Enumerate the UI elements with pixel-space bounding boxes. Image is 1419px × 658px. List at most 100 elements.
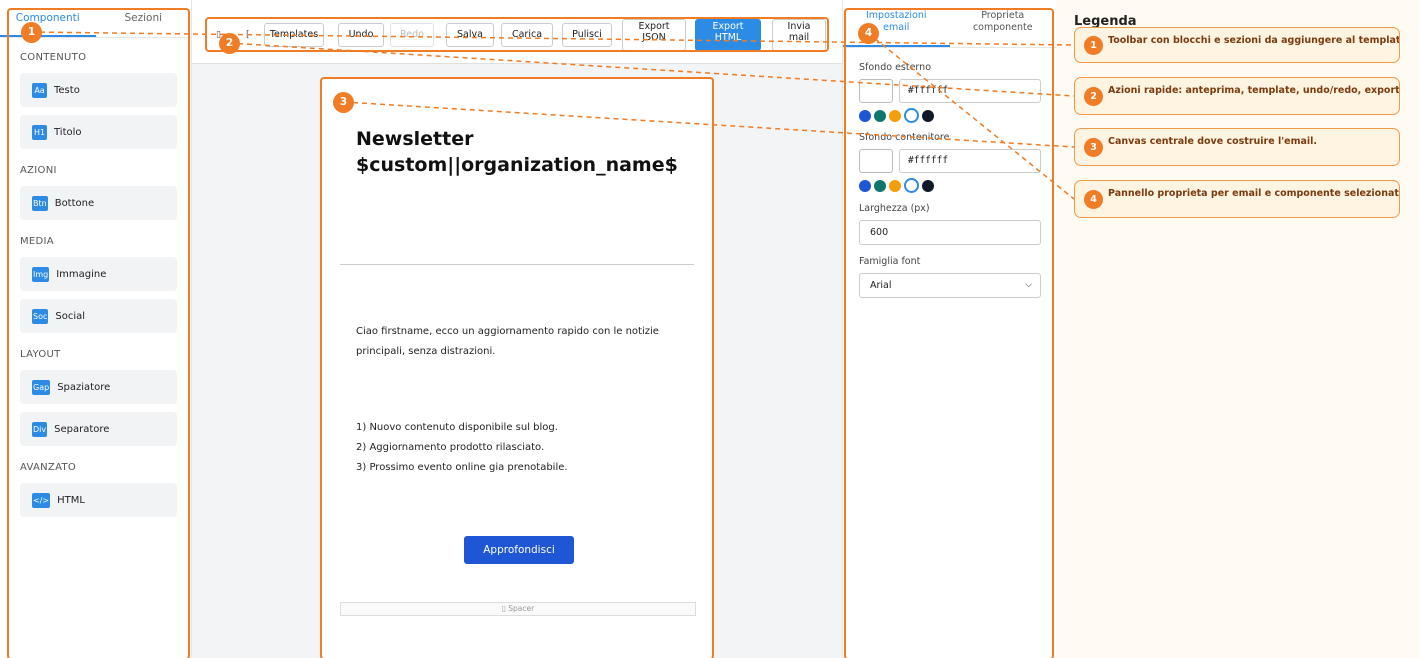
block-html[interactable]: </> HTML bbox=[20, 483, 177, 517]
annotation-badge-2: 2 bbox=[219, 33, 240, 54]
block-testo[interactable]: Aa Testo bbox=[20, 73, 177, 107]
block-spaziatore[interactable]: Gap Spaziatore bbox=[20, 370, 177, 404]
email-canvas[interactable]: Newsletter $custom||organization_name$ C… bbox=[322, 78, 712, 658]
outer-bg-palette bbox=[859, 108, 934, 123]
tab-impostazioni-email[interactable]: Impostazioni email bbox=[843, 0, 950, 47]
code-block-icon: </> bbox=[32, 492, 51, 508]
container-bg-color-picker[interactable] bbox=[859, 149, 893, 173]
block-label: Bottone bbox=[54, 197, 95, 209]
button-line: Export bbox=[712, 21, 744, 32]
container-bg-palette bbox=[859, 178, 934, 193]
bracket-icon[interactable]: [ bbox=[246, 30, 250, 40]
email-title[interactable]: Newsletter $custom||organization_name$ bbox=[356, 126, 686, 178]
templates-button[interactable]: Templates bbox=[264, 23, 324, 47]
block-bottone[interactable]: Btn Bottone bbox=[20, 186, 177, 220]
outer-bg-color-picker[interactable] bbox=[859, 79, 893, 103]
tab-line: Impostazioni bbox=[866, 10, 927, 21]
legend-badge: 1 bbox=[1084, 36, 1103, 55]
button-line: mail bbox=[788, 32, 810, 43]
section-media-title: MEDIA bbox=[20, 236, 54, 247]
width-input[interactable]: 600 bbox=[859, 220, 1041, 245]
spacer-block-icon: Gap bbox=[32, 379, 51, 395]
block-social[interactable]: Soc Social bbox=[20, 299, 177, 333]
export-html-button[interactable]: Export HTML bbox=[695, 19, 761, 51]
block-immagine[interactable]: Img Immagine bbox=[20, 257, 177, 291]
tab-proprieta-componente[interactable]: Proprieta componente bbox=[950, 0, 1057, 47]
tab-line: componente bbox=[972, 22, 1033, 33]
legend-text: Azioni rapide: anteprima, template, undo… bbox=[1108, 85, 1399, 96]
legend-badge: 3 bbox=[1084, 138, 1103, 157]
button-line: JSON bbox=[642, 32, 666, 43]
pulisci-button[interactable]: Pulisci bbox=[562, 23, 612, 47]
legend-badge: 4 bbox=[1084, 190, 1103, 209]
tab-componenti[interactable]: Componenti bbox=[0, 0, 96, 37]
container-bg-label: Sfondo contenitore bbox=[859, 132, 950, 143]
block-label: Separatore bbox=[54, 423, 110, 435]
legend-item-1: 1 Toolbar con blocchi e sezioni da aggiu… bbox=[1074, 27, 1400, 63]
container-bg-hex-input[interactable]: #ffffff bbox=[899, 149, 1041, 173]
approfondisci-button[interactable]: Approfondisci bbox=[464, 536, 574, 564]
outer-bg-hex-input[interactable]: #ffffff bbox=[899, 79, 1041, 103]
button-line: Invia bbox=[787, 21, 811, 32]
font-family-value: Arial bbox=[870, 280, 892, 291]
image-block-icon: Img bbox=[32, 266, 50, 282]
redo-button[interactable]: Redo bbox=[390, 23, 434, 47]
email-paragraph[interactable]: Ciao firstname, ecco un aggiornamento ra… bbox=[356, 322, 686, 362]
font-family-select[interactable]: Arial ⌵ bbox=[859, 273, 1041, 298]
section-azioni-title: AZIONI bbox=[20, 165, 57, 176]
salva-button[interactable]: Salva bbox=[446, 23, 494, 47]
email-list[interactable]: 1) Nuovo contenuto disponibile sul blog.… bbox=[356, 418, 686, 478]
editor-area: ▯ [ Templates Undo Redo Salva Carica Pul… bbox=[192, 0, 842, 658]
list-item: 3) Prossimo evento online gia prenotabil… bbox=[356, 462, 568, 473]
divider-block-icon: Div bbox=[32, 421, 48, 437]
swatch-white-selected[interactable] bbox=[904, 108, 919, 123]
block-label: HTML bbox=[57, 494, 85, 506]
legend-text: Pannello proprieta per email e component… bbox=[1108, 188, 1399, 199]
heading-block-icon: H1 bbox=[32, 124, 47, 140]
tab-sezioni[interactable]: Sezioni bbox=[96, 0, 192, 37]
properties-panel: Impostazioni email Proprieta componente … bbox=[842, 0, 1056, 658]
swatch-teal[interactable] bbox=[874, 109, 886, 122]
button-line: HTML bbox=[714, 32, 742, 43]
section-avanzato-title: AVANZATO bbox=[20, 462, 77, 473]
swatch-white-selected[interactable] bbox=[904, 178, 919, 193]
legend-text: Canvas centrale dove costruire l'email. bbox=[1108, 136, 1317, 147]
carica-button[interactable]: Carica bbox=[501, 23, 553, 47]
legend-item-3: 3 Canvas centrale dove costruire l'email… bbox=[1074, 128, 1400, 166]
block-label: Testo bbox=[54, 84, 80, 96]
block-label: Social bbox=[55, 310, 86, 322]
block-label: Titolo bbox=[54, 126, 82, 138]
outer-bg-label: Sfondo esterno bbox=[859, 62, 932, 73]
swatch-amber[interactable] bbox=[889, 109, 901, 122]
swatch-black[interactable] bbox=[922, 109, 934, 122]
block-separatore[interactable]: Div Separatore bbox=[20, 412, 177, 446]
email-divider[interactable] bbox=[340, 264, 694, 265]
section-layout-title: LAYOUT bbox=[20, 349, 61, 360]
legend-item-2: 2 Azioni rapide: anteprima, template, un… bbox=[1074, 77, 1400, 115]
button-block-icon: Btn bbox=[32, 195, 48, 211]
swatch-blue[interactable] bbox=[859, 179, 871, 192]
button-line: Export bbox=[638, 21, 670, 32]
export-json-button[interactable]: Export JSON bbox=[622, 19, 686, 51]
block-titolo[interactable]: H1 Titolo bbox=[20, 115, 177, 149]
legend-badge: 2 bbox=[1084, 87, 1103, 106]
swatch-black[interactable] bbox=[922, 179, 934, 192]
undo-button[interactable]: Undo bbox=[338, 23, 384, 47]
spacer-block[interactable]: ▯ Spacer bbox=[340, 602, 696, 616]
tab-line: Proprieta bbox=[981, 10, 1025, 21]
social-block-icon: Soc bbox=[32, 308, 49, 324]
annotation-badge-3: 3 bbox=[333, 92, 354, 113]
list-item: 1) Nuovo contenuto disponibile sul blog. bbox=[356, 422, 558, 433]
swatch-teal[interactable] bbox=[874, 179, 886, 192]
font-family-label: Famiglia font bbox=[859, 256, 921, 267]
chevron-down-icon: ⌵ bbox=[1025, 280, 1032, 290]
legend-item-4: 4 Pannello proprieta per email e compone… bbox=[1074, 180, 1400, 218]
components-sidebar: Componenti Sezioni CONTENUTO Aa Testo H1… bbox=[0, 0, 192, 658]
swatch-amber[interactable] bbox=[889, 179, 901, 192]
list-item: 2) Aggiornamento prodotto rilasciato. bbox=[356, 442, 545, 453]
swatch-blue[interactable] bbox=[859, 109, 871, 122]
width-label: Larghezza (px) bbox=[859, 203, 930, 214]
annotation-badge-1: 1 bbox=[21, 22, 42, 43]
legend-text: Toolbar con blocchi e sezioni da aggiung… bbox=[1108, 35, 1399, 46]
invia-mail-button[interactable]: Invia mail bbox=[772, 19, 826, 51]
